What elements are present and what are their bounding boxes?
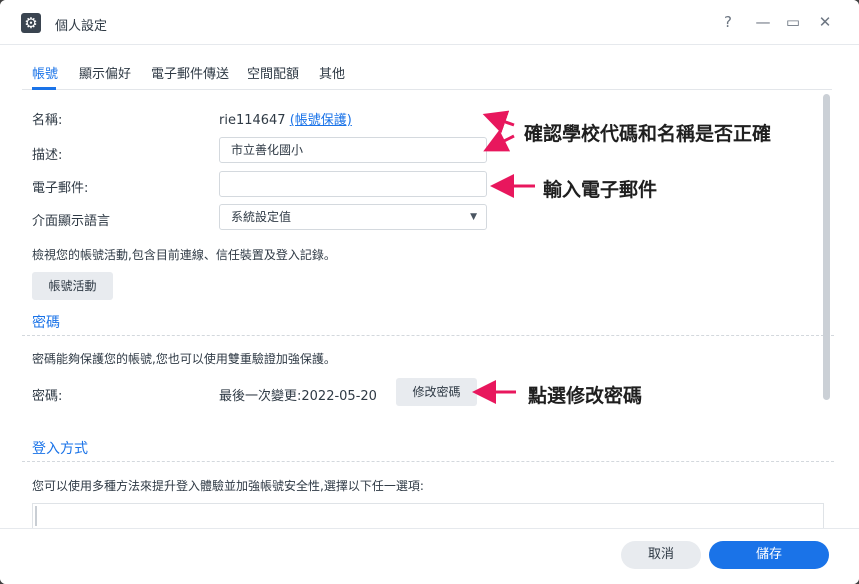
personal-settings-window: ⚙ 個人設定 ? — ▭ ✕ 帳號 顯示偏好 電子郵件傳送 空間配額 其他 名稱… bbox=[0, 0, 859, 584]
arrow-to-name bbox=[482, 110, 515, 134]
annotation-enter-email: 輸入電子郵件 bbox=[543, 179, 658, 201]
annotation-check-school: 確認學校代碼和名稱是否正確 bbox=[524, 123, 772, 145]
arrow-to-description bbox=[483, 129, 515, 152]
annotation-arrows bbox=[472, 110, 535, 404]
annotation-click-change-password: 點選修改密碼 bbox=[528, 385, 643, 407]
